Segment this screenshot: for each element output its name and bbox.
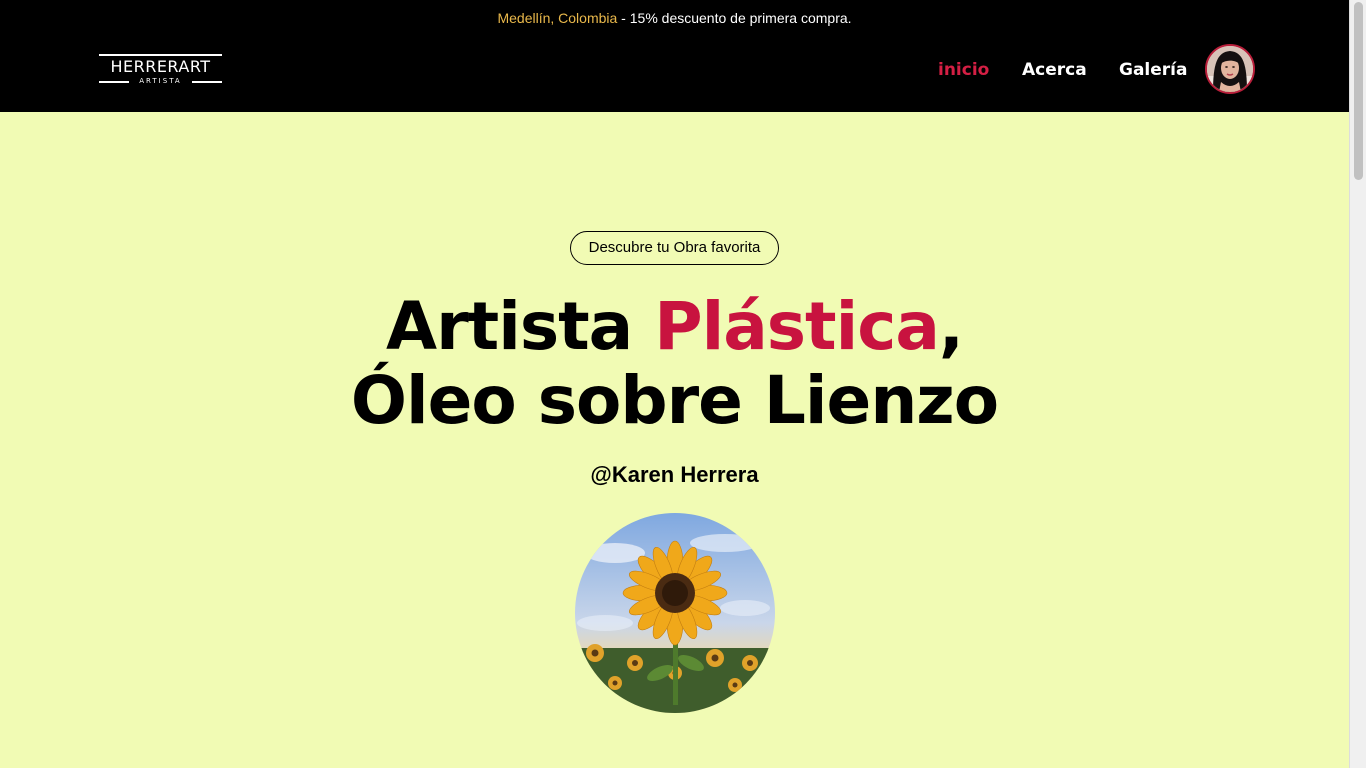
profile-photo-icon <box>1207 46 1253 92</box>
avatar[interactable] <box>1205 44 1255 94</box>
logo-tagline-row: ARTISTA <box>99 76 222 86</box>
promo-message: 15% descuento de primera compra. <box>629 10 852 26</box>
logo-tagline: ARTISTA <box>139 77 182 85</box>
headline-comma: , <box>938 288 964 365</box>
scrollbar-thumb[interactable] <box>1354 2 1363 180</box>
artist-handle: @Karen Herrera <box>590 462 759 487</box>
logo-left-rule <box>99 81 129 83</box>
site-header: Medellín, Colombia - 15% descuento de pr… <box>0 0 1349 112</box>
headline-text-artista: Artista <box>386 288 655 365</box>
promo-separator: - <box>617 10 630 26</box>
page: Medellín, Colombia - 15% descuento de pr… <box>0 0 1366 768</box>
logo-wordmark: HERRERART <box>110 57 211 76</box>
nav-item-acerca[interactable]: Acerca <box>1022 59 1087 81</box>
hero-headline-line2: Óleo sobre Lienzo <box>350 362 999 439</box>
main-nav: inicio Acerca Galería <box>900 59 1200 81</box>
logo-right-rule <box>192 81 222 83</box>
promo-bar: Medellín, Colombia - 15% descuento de pr… <box>0 10 1349 26</box>
brand-logo[interactable]: HERRERART ARTISTA <box>99 54 222 86</box>
promo-city: Medellín, Colombia <box>497 10 618 26</box>
nav-item-inicio[interactable]: inicio <box>938 59 989 81</box>
discover-pill-button[interactable]: Descubre tu Obra favorita <box>570 231 779 265</box>
page-scrollbar[interactable] <box>1349 0 1366 768</box>
logo-top-line <box>99 54 222 56</box>
sunflower-photo-icon <box>575 513 775 713</box>
headline-accent-plastica: Plástica <box>654 288 940 365</box>
hero-headline-line1: Artista Plástica, <box>0 290 1349 364</box>
nav-item-galeria[interactable]: Galería <box>1119 59 1187 81</box>
hero-image <box>575 513 775 713</box>
